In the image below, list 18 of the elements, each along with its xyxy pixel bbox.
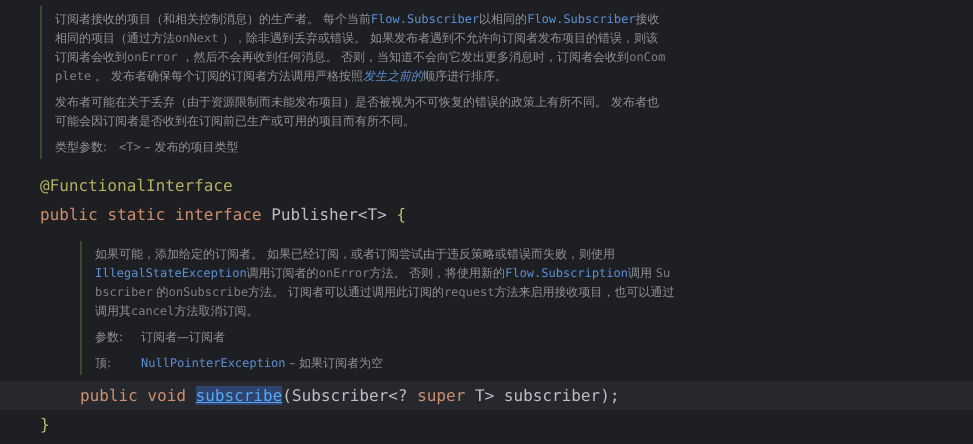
doc-paragraph: 如果可能，添加给定的订阅者。 如果已经订阅，或者订阅尝试由于违反策略或错误而失败，则使用 IllegalStateException调用订阅者的onError方法。 否则，将使用新的 Flow.Subscription调用 Subscriber 的onSubscribe方法。 订阅者可以通过调用此订阅的 request方法来启用接收项目，也可以通过调用其cancel方法取消订阅。 xyxy=(95,246,676,320)
doc-link[interactable]: NullPointerException xyxy=(141,356,286,370)
doc-paragraph: 发布者可能在关于丢弃（由于资源限制而未能发布项目）是否被视为不可恢复的错误的政策上有所不同。 发布者也可能会因订阅者是否收到在订阅前已生产或可用的项目而有所不同。 xyxy=(55,94,660,130)
doc-paragraph: 订阅者接收的项目（和相关控制消息）的生产者。 每个当前Flow.Subscriber以相同的 Flow.Subscriber接收相同的项目（通过方法onNext ），除非遇到丢弃或错误。 如果发布者遇到不允许向订阅者发布项目的错误，则该订阅者会收到onError ，然后不会再收到任何消息。 否则，当知道不会向它发出更多消息时，订阅者会收到onComplete 。 发布者确保每个订阅的订阅者方法调用严格按照发生之前的顺序进行排序。 xyxy=(55,11,666,85)
doc-link[interactable]: 发生之前的 xyxy=(362,69,423,83)
tag-label: 顶: xyxy=(95,355,112,372)
tag-label: 类型参数: xyxy=(55,139,108,156)
doc-link[interactable]: Flow.Subscriber xyxy=(527,12,636,26)
tag-description: <T> – 发布的项目类型 xyxy=(119,139,238,156)
tag-label: 参数: xyxy=(95,329,124,346)
tag-description: NullPointerException – 如果订阅者为空 xyxy=(141,355,384,372)
tag-description: 订阅者—订阅者 xyxy=(141,329,225,346)
doc-link[interactable]: Flow.Subscriber xyxy=(370,12,480,26)
doc-link[interactable]: Flow.Subscription xyxy=(505,266,628,280)
code-line: } xyxy=(39,414,51,436)
code-line: @FunctionalInterface xyxy=(39,175,234,197)
doc-link[interactable]: IllegalStateException xyxy=(95,266,247,280)
code-line: public static interface Publisher<T> { xyxy=(39,204,408,226)
